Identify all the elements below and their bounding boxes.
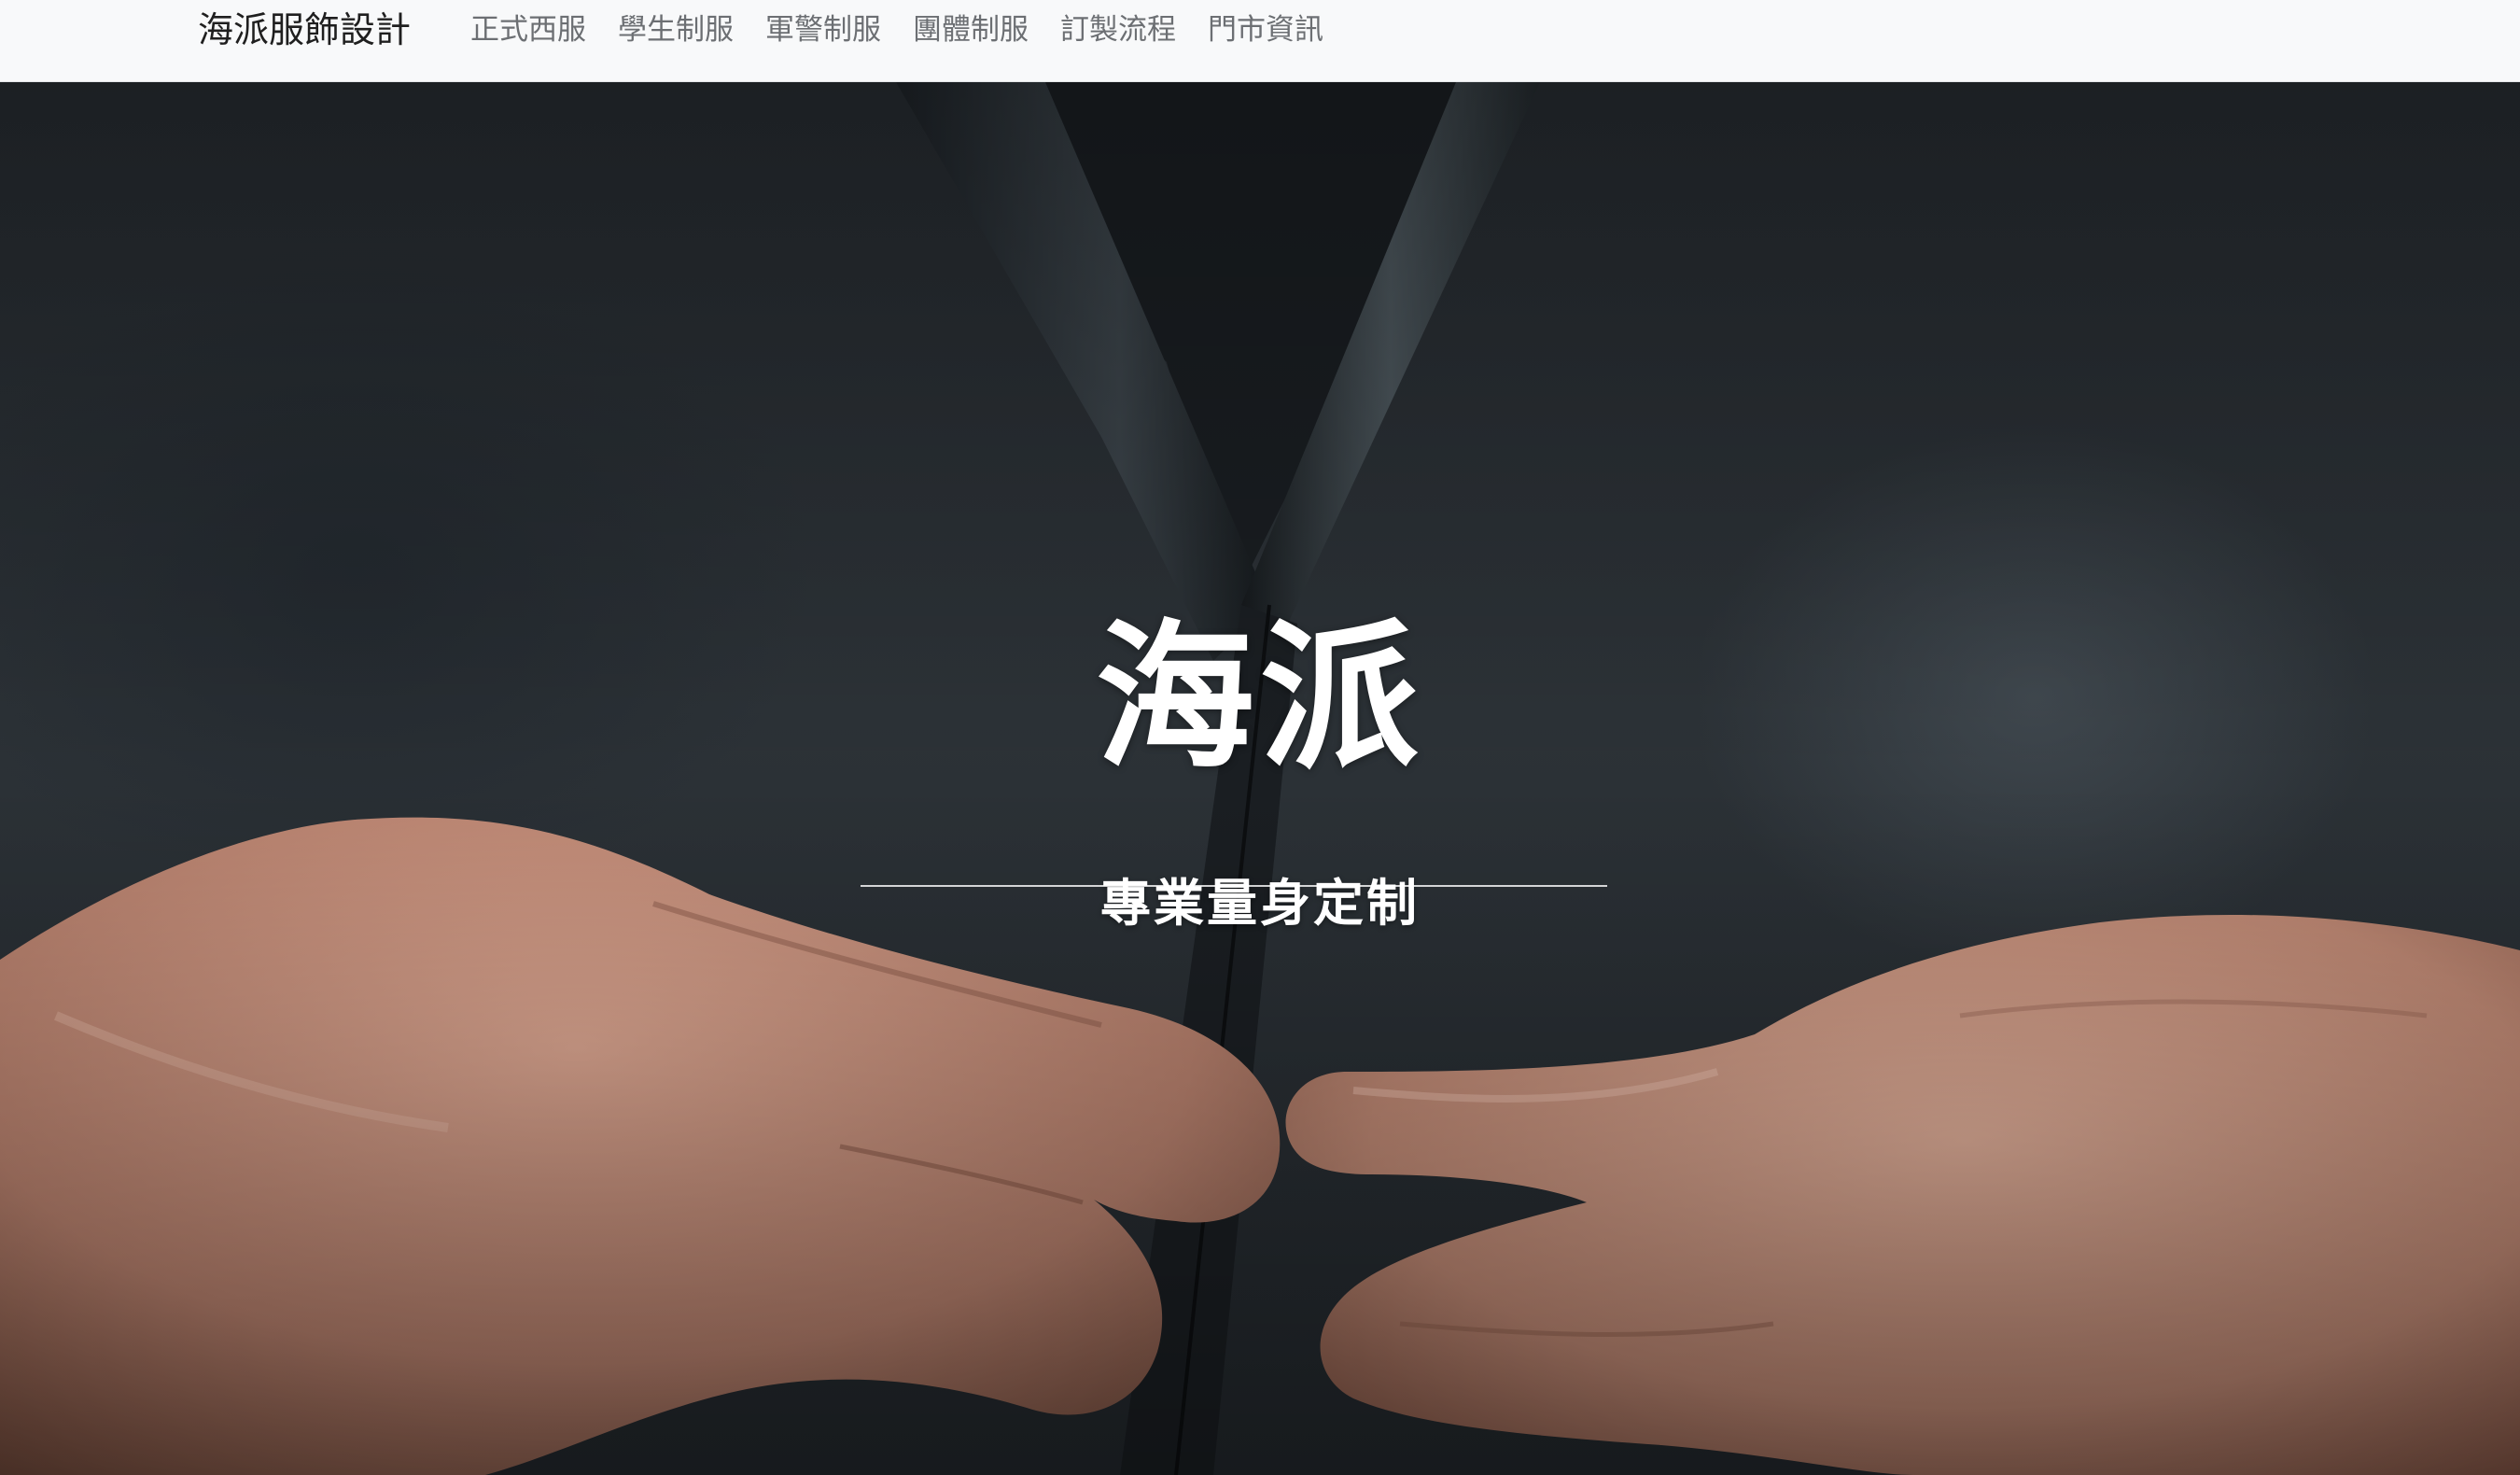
brand-logo[interactable]: 海派服飾設計 — [198, 4, 411, 56]
nav-link-store-info[interactable]: 門市資訊 — [1208, 4, 1323, 56]
nav-link-military-police-uniforms[interactable]: 軍警制服 — [765, 4, 881, 56]
nav-link-order-process[interactable]: 訂製流程 — [1060, 4, 1176, 56]
nav-links: 正式西服 學生制服 軍警制服 團體制服 訂製流程 門市資訊 — [470, 4, 1323, 56]
hero-title: 海派 — [1095, 606, 1424, 791]
hero-banner: 海派 專業量身定制 — [0, 82, 2520, 1475]
hero-divider — [861, 885, 1607, 887]
nav-link-student-uniforms[interactable]: 學生制服 — [618, 4, 734, 56]
nav-link-group-uniforms[interactable]: 團體制服 — [913, 4, 1029, 56]
nav-link-formal-suits[interactable]: 正式西服 — [470, 4, 586, 56]
top-navbar: 海派服飾設計 正式西服 學生制服 軍警制服 團體制服 訂製流程 門市資訊 — [0, 0, 2520, 82]
hero-subtitle: 專業量身定制 — [1100, 874, 1420, 933]
